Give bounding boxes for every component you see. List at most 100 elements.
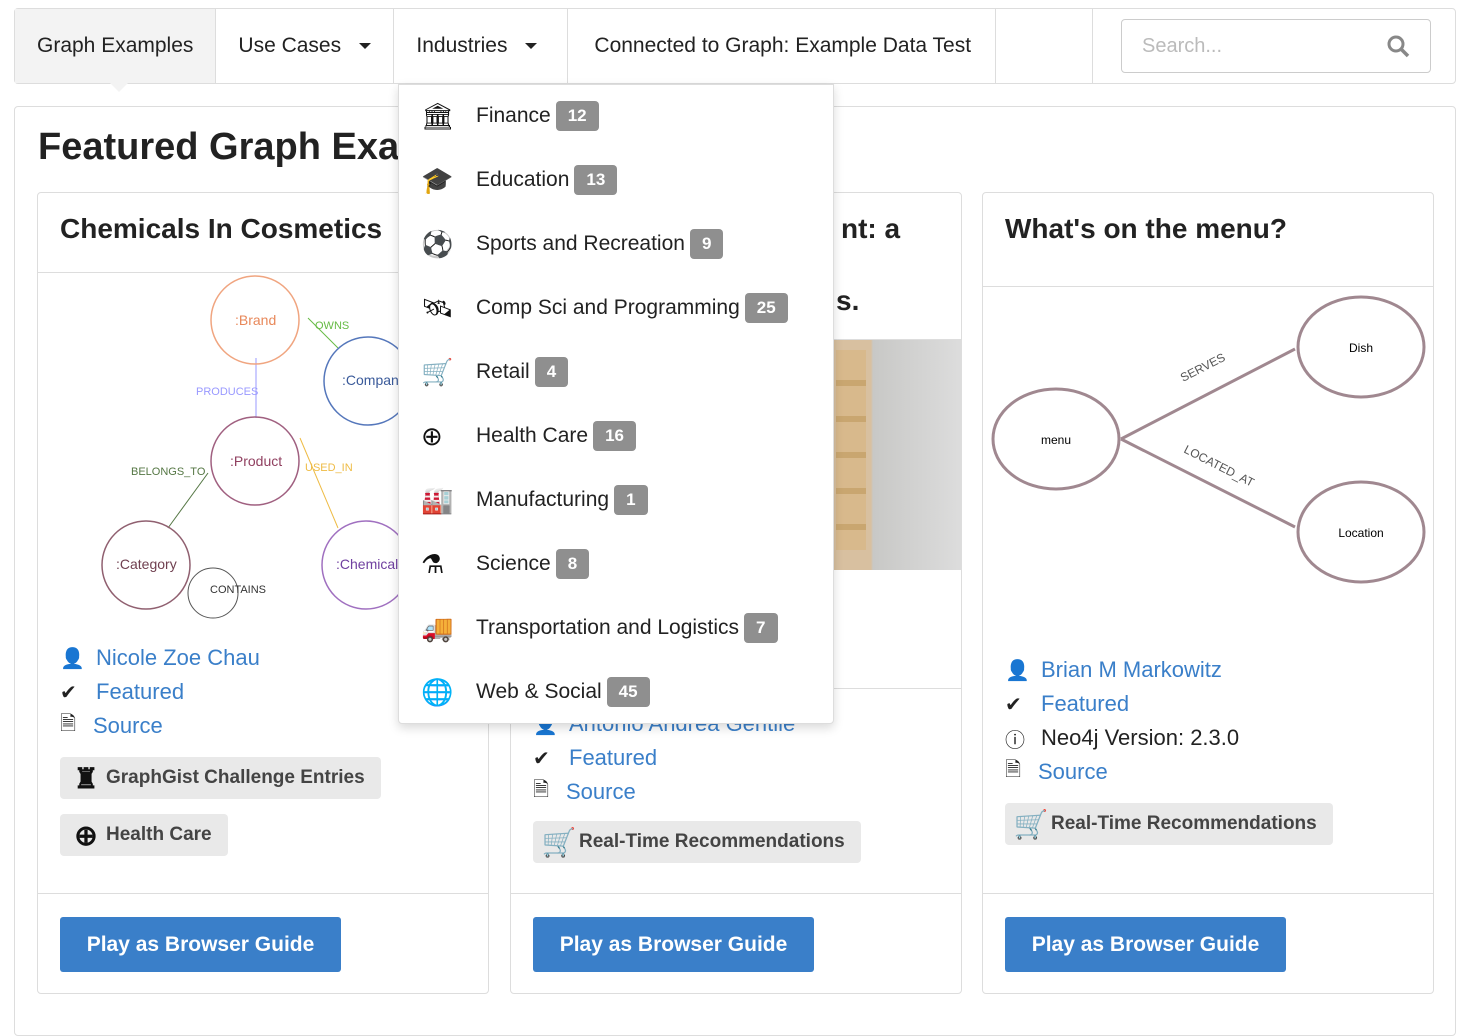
tab-label: Industries — [416, 34, 508, 57]
industry-label: Retail — [476, 360, 530, 383]
tag-graphgist-challenge[interactable]: ♜ GraphGist Challenge Entries — [60, 757, 381, 799]
card-title: What's on the menu? — [983, 193, 1433, 287]
industry-label: Science — [476, 552, 551, 575]
globe-icon: 🌐 — [421, 676, 454, 707]
card-footer — [511, 893, 961, 894]
bank-icon: 🏛 — [421, 100, 455, 131]
tab-use-cases[interactable]: Use Cases — [216, 9, 395, 83]
industry-item-web-social[interactable]: 🌐 Web & Social 45 — [399, 667, 833, 717]
featured-link[interactable]: Featured — [96, 679, 184, 705]
tag-real-time-recommendations[interactable]: 🛒 Real-Time Recommendations — [533, 821, 861, 863]
cart-icon: 🛒 — [421, 356, 454, 387]
industry-item-finance[interactable]: 🏛 Finance 12 — [399, 91, 833, 141]
count-badge: 12 — [555, 101, 599, 131]
industry-label: Comp Sci and Programming — [476, 296, 740, 319]
industry-label: Sports and Recreation — [476, 232, 685, 255]
industry-item-sports-and-recreation[interactable]: ⚽ Sports and Recreation 9 — [399, 219, 833, 269]
cart-star-icon: 🛒 — [1013, 808, 1049, 840]
tag-health-care[interactable]: ⊕ Health Care — [60, 814, 228, 856]
industry-label: Transportation and Logistics — [476, 616, 740, 639]
source-link[interactable]: Source — [566, 779, 636, 805]
tab-connection-status[interactable]: Connected to Graph: Example Data Test — [568, 9, 997, 83]
plus-circle-icon: ⊕ — [421, 420, 443, 451]
satellite-icon: 🛰 — [421, 292, 455, 323]
flask-icon: ⚗ — [421, 548, 445, 579]
industry-item-manufacturing[interactable]: 🏭 Manufacturing 1 — [399, 475, 833, 525]
tag-label: Health Care — [106, 824, 212, 845]
node-label: Location — [1338, 526, 1383, 540]
count-badge: 8 — [555, 549, 590, 579]
industry-item-transportation-and-logistics[interactable]: 🚚 Transportation and Logistics 7 — [399, 603, 833, 653]
code-file-icon: 🗎 — [1005, 759, 1022, 781]
plus-circle-icon: ⊕ — [74, 819, 98, 851]
code-file-icon: 🗎 — [60, 713, 77, 735]
caret-down-icon — [359, 43, 372, 49]
rel-label: SERVES — [1178, 350, 1228, 384]
industry-item-education[interactable]: 🎓 Education 13 — [399, 155, 833, 205]
graph-model-image: menu Dish Location SERVES LOCATED_AT — [991, 295, 1426, 584]
count-badge: 1 — [614, 485, 648, 515]
card-whats-on-the-menu: What's on the menu? menu Dish Location S… — [982, 192, 1434, 994]
card-footer — [38, 893, 488, 894]
industry-item-science[interactable]: ⚗ Science 8 — [399, 539, 833, 589]
industries-dropdown-menu: 🏛 Finance 12 🎓 Education 13 ⚽ Sports and Recrea… — [398, 84, 834, 724]
rel-label: USED_IN — [305, 462, 353, 474]
industry-item-health-care[interactable]: ⊕ Health Care 16 — [399, 411, 833, 461]
count-badge: 7 — [744, 613, 778, 643]
author-link[interactable]: Nicole Zoe Chau — [96, 645, 260, 671]
tag-label: Real-Time Recommendations — [1051, 813, 1317, 834]
rel-label: CONTAINS — [210, 584, 266, 596]
search-icon[interactable] — [1386, 34, 1410, 58]
top-navbar: Graph Examples Use Cases Industries Conn… — [14, 8, 1456, 92]
industry-item-comp-sci-and-programming[interactable]: 🛰 Comp Sci and Programming 25 — [399, 283, 833, 333]
tag-label: GraphGist Challenge Entries — [106, 767, 365, 788]
tag-real-time-recommendations[interactable]: 🛒 Real-Time Recommendations — [1005, 803, 1333, 845]
title-fragment: s. — [836, 285, 860, 316]
play-browser-guide-button[interactable]: Play as Browser Guide — [60, 917, 341, 972]
graduation-cap-icon: 🎓 — [421, 164, 454, 195]
check-icon: ✔ — [533, 747, 550, 770]
count-badge: 9 — [689, 229, 724, 259]
user-icon: 👤 — [1005, 659, 1030, 682]
title-fragment: nt: a — [841, 213, 901, 244]
rel-label: PRODUCES — [196, 386, 258, 398]
industry-label: Education — [476, 168, 570, 191]
search-input[interactable]: Search... — [1121, 19, 1431, 73]
node-label: :Chemical — [336, 556, 398, 572]
featured-link[interactable]: Featured — [1041, 691, 1129, 717]
industry-label: Manufacturing — [476, 488, 610, 511]
play-browser-guide-button[interactable]: Play as Browser Guide — [533, 917, 814, 972]
tag-label: Real-Time Recommendations — [579, 831, 845, 852]
rook-icon: ♜ — [73, 762, 99, 794]
tab-industries[interactable]: Industries — [394, 9, 569, 83]
industry-label: Health Care — [476, 424, 589, 447]
industry-item-retail[interactable]: 🛒 Retail 4 — [399, 347, 833, 397]
count-badge: 4 — [534, 357, 569, 387]
code-file-icon: 🗎 — [533, 779, 550, 801]
count-badge: 13 — [574, 165, 618, 195]
check-icon: ✔ — [1005, 693, 1022, 716]
node-label: menu — [1041, 433, 1071, 447]
author-link[interactable]: Brian M Markowitz — [1041, 657, 1222, 683]
nav-spacer — [996, 9, 1094, 83]
card-meta: 👤 Brian M Markowitz ✔ Featured ⓘ Neo4j Vers… — [1005, 653, 1239, 789]
source-link[interactable]: Source — [93, 713, 163, 739]
tab-graph-examples[interactable]: Graph Examples — [15, 9, 217, 92]
rel-label: BELONGS_TO — [131, 466, 206, 478]
factory-icon: 🏭 — [421, 484, 454, 515]
count-badge: 45 — [606, 677, 650, 707]
node-label: :Product — [230, 453, 282, 469]
tab-label: Use Cases — [238, 34, 342, 57]
count-badge: 16 — [593, 421, 636, 451]
featured-link[interactable]: Featured — [569, 745, 657, 771]
check-icon: ✔ — [60, 681, 77, 704]
caret-down-icon — [525, 43, 538, 49]
card-footer — [983, 893, 1433, 894]
node-label: :Brand — [235, 312, 276, 328]
node-label: :Category — [116, 556, 177, 572]
soccer-ball-icon: ⚽ — [421, 228, 454, 259]
node-label: :Company — [342, 372, 406, 388]
truck-icon: 🚚 — [421, 612, 454, 643]
play-browser-guide-button[interactable]: Play as Browser Guide — [1005, 917, 1286, 972]
source-link[interactable]: Source — [1038, 759, 1108, 785]
